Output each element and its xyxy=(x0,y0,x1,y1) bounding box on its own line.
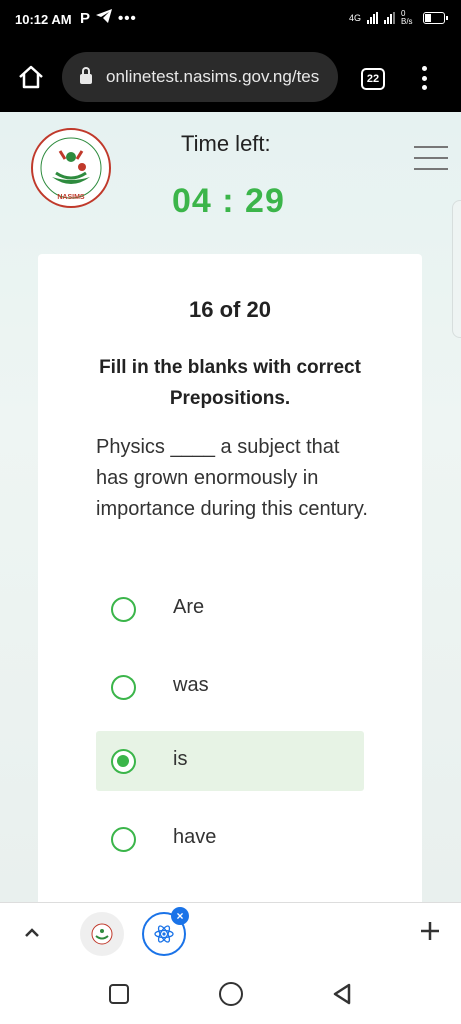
status-time: 10:12 AM xyxy=(15,12,72,27)
chevron-up-icon[interactable] xyxy=(22,923,42,943)
radio-button[interactable] xyxy=(111,827,136,852)
telegram-icon xyxy=(96,9,113,27)
nasims-logo: NASIMS xyxy=(30,127,112,209)
option-label: have xyxy=(173,826,217,848)
option-label: was xyxy=(173,674,209,696)
question-counter: 16 of 20 xyxy=(189,297,271,322)
radio-button[interactable] xyxy=(111,597,136,622)
answer-option[interactable]: was xyxy=(96,657,364,717)
home-nav-icon[interactable] xyxy=(219,982,243,1006)
new-tab-icon[interactable] xyxy=(418,919,442,943)
browser-toolbar: onlinetest.nasims.gov.ng/tes 22 xyxy=(0,40,461,112)
home-button[interactable] xyxy=(16,62,46,92)
system-nav-bar xyxy=(0,964,461,1024)
time-left-label: Time left: xyxy=(181,131,271,156)
answer-option[interactable]: have xyxy=(96,809,364,869)
page-content: NASIMS Time left: 04 : 29 16 of 20 Fill … xyxy=(0,112,461,902)
question-instruction: Fill in the blanks with correct Preposit… xyxy=(99,357,361,409)
back-icon[interactable] xyxy=(331,982,353,1006)
radio-button-checked[interactable] xyxy=(111,749,136,774)
signal-icon xyxy=(384,12,395,24)
countdown-timer: 04 : 29 xyxy=(172,182,285,220)
p-icon: P xyxy=(80,9,91,27)
radio-button[interactable] xyxy=(111,675,136,700)
lock-icon xyxy=(80,67,92,84)
question-text: Physics ____ a subject that has grown en… xyxy=(96,436,368,520)
hamburger-menu-button[interactable] xyxy=(414,146,448,170)
home-icon xyxy=(19,65,43,89)
answer-option[interactable]: Are xyxy=(96,579,364,639)
react-icon xyxy=(154,925,174,943)
option-label: Are xyxy=(173,596,205,618)
url-text: onlinetest.nasims.gov.ng/tes xyxy=(106,67,320,86)
tab-favicon-nasims[interactable] xyxy=(80,912,124,956)
option-label: is xyxy=(173,748,188,770)
answer-option-selected[interactable]: is xyxy=(96,731,364,791)
browser-menu-button[interactable] xyxy=(420,66,428,90)
signal-icon xyxy=(367,12,378,24)
side-panel-tab[interactable] xyxy=(452,200,461,338)
status-bar: 10:12 AM P ••• 4G 0 B/s xyxy=(0,0,461,40)
more-dots-icon: ••• xyxy=(118,9,137,27)
battery-icon xyxy=(423,12,448,24)
question-card: 16 of 20 Fill in the blanks with correct… xyxy=(38,254,422,902)
data-speed: 0 B/s xyxy=(401,9,413,26)
nasims-favicon-icon xyxy=(91,923,113,945)
bottom-tab-strip: × xyxy=(0,902,461,964)
url-bar[interactable]: onlinetest.nasims.gov.ng/tes xyxy=(62,52,338,102)
close-tab-icon[interactable]: × xyxy=(171,907,189,925)
network-type: 4G xyxy=(348,13,361,23)
recents-icon[interactable] xyxy=(109,984,129,1004)
logo-text: NASIMS xyxy=(57,194,85,201)
tabs-button[interactable]: 22 xyxy=(361,68,385,90)
